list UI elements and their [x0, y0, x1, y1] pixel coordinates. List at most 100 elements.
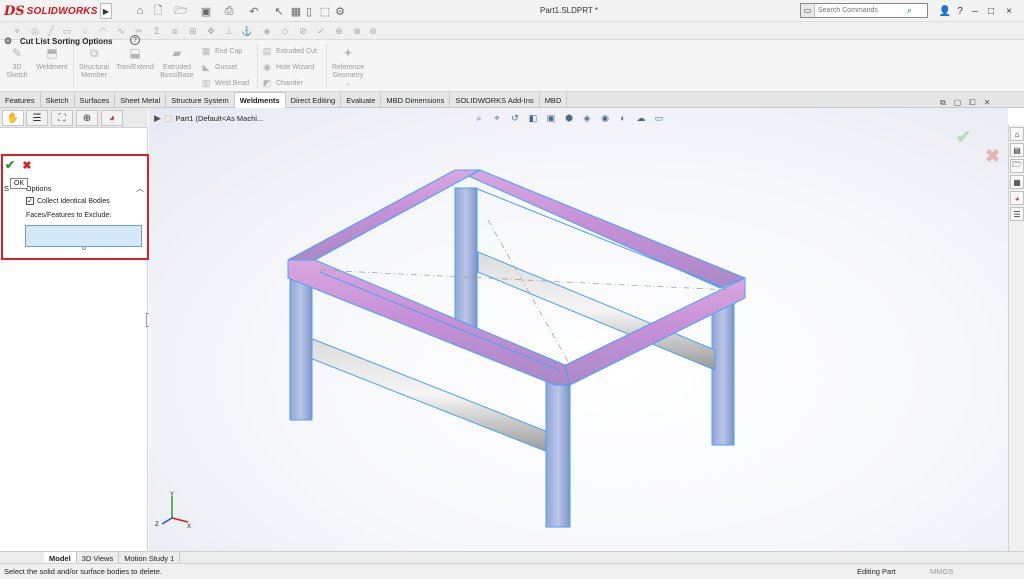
dynamic-annotation-icon[interactable]: ▣	[544, 112, 558, 124]
maximize-button[interactable]: □	[984, 4, 998, 18]
close-sketch-icon[interactable]: ⊛	[366, 24, 380, 38]
flyout-tree-item[interactable]: ▶ ⬚ Part1 (Default<As Machi...	[154, 113, 263, 124]
section-view-icon[interactable]: ◧	[526, 112, 540, 124]
ok-button[interactable]: ✔	[3, 158, 17, 172]
display-style-icon[interactable]: ◈	[580, 112, 594, 124]
search-commands-box[interactable]: ▭ ⌕	[800, 3, 928, 18]
collapse-caret-icon[interactable]: ︿	[136, 183, 144, 194]
spline-tool-icon[interactable]: ∿	[114, 24, 128, 38]
pattern-icon[interactable]: ⊞	[186, 24, 200, 38]
display-manager-tab-icon[interactable]: ◕	[101, 110, 123, 126]
close-button[interactable]: ×	[1002, 4, 1016, 18]
tab-solidworks-add-ins[interactable]: SOLIDWORKS Add-Ins	[450, 92, 540, 108]
view-settings-icon[interactable]: ▭	[652, 112, 666, 124]
gusset-button[interactable]: ◣ Gusset	[200, 60, 238, 74]
sketch-3d-button[interactable]: ✎ 3D Sketch	[4, 44, 30, 88]
edit-appearance-icon[interactable]: ◐	[616, 112, 630, 124]
tab-features[interactable]: Features	[0, 92, 41, 108]
view-orientation-icon[interactable]: ⬢	[562, 112, 576, 124]
dimxpert-tab-icon[interactable]: ⊕	[76, 110, 98, 126]
feature-manager-tab-icon[interactable]: ✋	[2, 110, 24, 126]
mirror-icon[interactable]: ⧈	[168, 24, 182, 38]
zoom-area-icon[interactable]: ⌖	[490, 112, 504, 124]
reference-geometry-button[interactable]: ✦ Reference Geometry ⌄	[330, 44, 366, 88]
coordinate-icon[interactable]: ⊕	[332, 24, 346, 38]
viewport-tile-icon[interactable]: ▢	[954, 98, 962, 108]
tab-weldments[interactable]: Weldments	[234, 92, 286, 108]
zoom-to-fit-icon[interactable]: ⌕	[472, 112, 486, 124]
property-manager-tab-icon[interactable]: ☰	[26, 110, 48, 126]
apply-scene-icon[interactable]: ☁	[634, 112, 648, 124]
file-properties-icon[interactable]: ▯	[302, 4, 316, 18]
new-document-icon[interactable]: 🗋	[151, 4, 165, 18]
appearances-icon[interactable]: ◕	[1010, 191, 1024, 205]
move-icon[interactable]: ✥	[204, 24, 218, 38]
confirmation-corner-ok-icon[interactable]: ✔	[956, 127, 971, 148]
weldment-frame-model[interactable]	[260, 160, 780, 540]
user-icon[interactable]: 👤	[938, 4, 952, 18]
extruded-boss-button[interactable]: ▰ Extruded Boss/Base	[158, 44, 196, 88]
status-units[interactable]: MMGS	[930, 567, 953, 576]
search-scope-icon[interactable]: ▭	[801, 4, 815, 17]
view-palette-icon[interactable]: ▦	[1010, 175, 1024, 189]
search-icon[interactable]: ⌕	[907, 5, 912, 16]
weldment-button[interactable]: ⬒ Weldment	[33, 44, 71, 88]
plane-icon[interactable]: ◇	[278, 24, 292, 38]
search-input[interactable]	[815, 4, 907, 17]
tab-mbd[interactable]: MBD	[540, 92, 568, 108]
tab-structure-system[interactable]: Structure System	[166, 92, 235, 108]
trim-extend-button[interactable]: ⬓ Trim/Extend	[114, 44, 156, 88]
print-icon[interactable]: ⎙	[222, 4, 236, 18]
dropdown-caret-icon[interactable]: ⌄	[345, 80, 350, 88]
select-arrow-icon[interactable]: ↖	[272, 4, 286, 18]
viewport-restore-icon[interactable]: ⧉	[940, 98, 946, 108]
point-icon[interactable]: ✓	[314, 24, 328, 38]
home-icon[interactable]: ⌂	[1010, 127, 1024, 141]
help-icon[interactable]: ?	[130, 35, 140, 45]
tab-sketch[interactable]: Sketch	[41, 92, 75, 108]
collect-identical-bodies-option[interactable]: ✓ Collect Identical Bodies	[26, 197, 110, 205]
end-cap-button[interactable]: ▦ End Cap	[200, 44, 243, 58]
viewport-close-icon[interactable]: ✕	[984, 98, 991, 108]
undo-icon[interactable]: ↶	[247, 4, 261, 18]
minimize-button[interactable]: –	[968, 4, 982, 18]
collect-identical-bodies-checkbox[interactable]: ✓	[26, 197, 34, 205]
rebuild-icon[interactable]: ▦	[289, 4, 303, 18]
options-gear-icon[interactable]: ⚙	[333, 4, 347, 18]
expand-arrow-icon[interactable]: ▶	[154, 113, 161, 124]
design-library-icon[interactable]: ▤	[1010, 143, 1024, 157]
weld-bead-button[interactable]: ▥ Weld Bead	[200, 76, 249, 90]
tab-evaluate[interactable]: Evaluate	[341, 92, 382, 108]
confirmation-corner-cancel-icon[interactable]: ✖	[985, 146, 1000, 167]
hole-wizard-button[interactable]: ◉ Hole Wizard	[261, 60, 314, 74]
tab-direct-editing[interactable]: Direct Editing	[286, 92, 342, 108]
blocks-icon[interactable]: ◈	[260, 24, 274, 38]
axis-icon[interactable]: ⊘	[296, 24, 310, 38]
sigma-icon[interactable]: Σ	[150, 24, 164, 38]
tab-sheet-metal[interactable]: Sheet Metal	[115, 92, 167, 108]
relations-icon[interactable]: ⊥	[222, 24, 236, 38]
solidworks-logo[interactable]: DS SOLIDWORKS	[4, 3, 98, 19]
hide-show-icon[interactable]: ◉	[598, 112, 612, 124]
mate-icon[interactable]: ⊗	[350, 24, 364, 38]
resize-handle[interactable]	[82, 246, 86, 250]
cancel-button[interactable]: ✖	[20, 158, 34, 172]
save-icon[interactable]: ▣	[199, 4, 213, 18]
help-button[interactable]: ?	[953, 4, 967, 18]
home-icon[interactable]: ⌂	[133, 4, 147, 18]
select-icon[interactable]: ⬚	[318, 4, 332, 18]
custom-properties-icon[interactable]: ☰	[1010, 207, 1024, 221]
configuration-manager-tab-icon[interactable]: ⛶	[51, 110, 73, 126]
open-folder-icon[interactable]: 🗁	[174, 4, 188, 18]
fix-icon[interactable]: ⚓	[240, 24, 254, 38]
structural-member-button[interactable]: ⧉ Structural Member	[76, 44, 112, 88]
viewport-maximize-icon[interactable]: ⧠	[969, 98, 975, 108]
tab-mbd-dimensions[interactable]: MBD Dimensions	[381, 92, 451, 108]
faces-features-selection-box[interactable]	[25, 225, 142, 247]
menu-expand-arrow[interactable]: ▶	[100, 3, 112, 19]
chamfer-button[interactable]: ◩ Chamfer	[261, 76, 303, 90]
tab-surfaces[interactable]: Surfaces	[75, 92, 116, 108]
previous-view-icon[interactable]: ↺	[508, 112, 522, 124]
file-explorer-icon[interactable]: 🗁	[1010, 159, 1024, 173]
extruded-cut-button[interactable]: ▤ Extruded Cut	[261, 44, 317, 58]
